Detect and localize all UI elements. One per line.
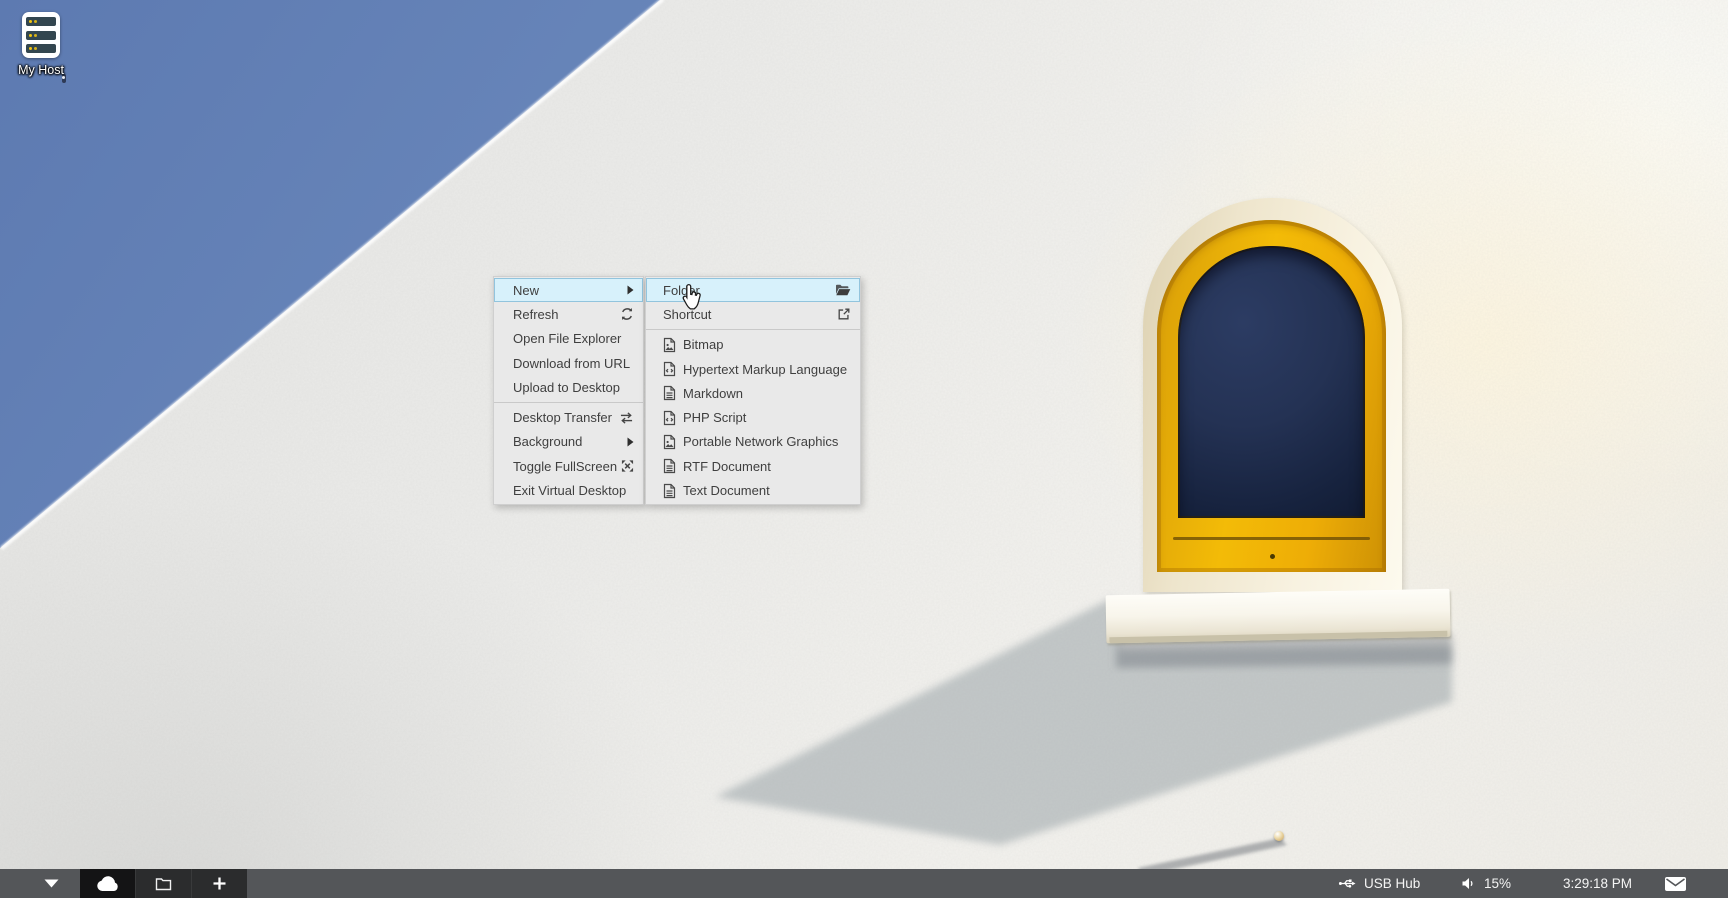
window-frame-groove <box>1173 537 1370 540</box>
hand-cursor <box>681 283 703 311</box>
taskbar-collapse-button[interactable] <box>36 869 66 898</box>
envelope-icon <box>1664 876 1687 892</box>
window-frame-knob <box>1270 554 1275 559</box>
window-recess <box>1143 198 1402 592</box>
server-slat <box>26 17 56 26</box>
submenu-item-rtf-document[interactable]: RTF Document <box>646 454 860 478</box>
submenu-arrow-icon <box>627 285 634 295</box>
cloud-icon <box>95 875 121 892</box>
chevron-down-icon <box>44 879 59 888</box>
file-image-icon <box>663 434 676 450</box>
file-lines-icon <box>663 385 676 401</box>
cloud-button[interactable] <box>80 869 135 898</box>
transfer-icon <box>619 411 634 424</box>
file-code-icon <box>663 361 676 377</box>
menu-item-toggle-fullscreen[interactable]: Toggle FullScreen <box>494 454 643 478</box>
submenu-arrow-icon <box>627 437 634 447</box>
desktop-context-menu: New Refresh Open File Explorer Download … <box>493 276 644 505</box>
virtual-desktop: My Host New Refresh Open File Explorer D… <box>0 0 1728 898</box>
menu-item-new[interactable]: New <box>494 278 643 302</box>
volume-percent: 15% <box>1484 869 1511 898</box>
submenu-item-folder[interactable]: Folder <box>646 278 860 302</box>
menu-item-background[interactable]: Background <box>494 430 643 454</box>
desktop-icon-my-host[interactable]: My Host <box>9 12 73 77</box>
file-code-icon <box>663 410 676 426</box>
submenu-item-shortcut[interactable]: Shortcut <box>646 302 860 326</box>
submenu-item-portable-network-graphics[interactable]: Portable Network Graphics <box>646 430 860 454</box>
expand-icon <box>621 460 634 473</box>
usb-label: USB Hub <box>1364 869 1420 898</box>
menu-item-exit-virtual-desktop[interactable]: Exit Virtual Desktop <box>494 478 643 502</box>
window-sill <box>1106 589 1451 644</box>
window-frame <box>1157 220 1386 572</box>
desktop-icon-label: My Host <box>9 63 73 77</box>
menu-item-desktop-transfer[interactable]: Desktop Transfer <box>494 405 643 429</box>
menu-separator <box>646 329 860 330</box>
server-slat <box>26 44 56 53</box>
file-image-icon <box>663 337 676 353</box>
menu-item-download-from-url[interactable]: Download from URL <box>494 351 643 375</box>
menu-separator <box>494 402 643 403</box>
submenu-item-hypertext-markup-language[interactable]: Hypertext Markup Language <box>646 357 860 381</box>
menu-item-open-file-explorer[interactable]: Open File Explorer <box>494 327 643 351</box>
window-glass <box>1178 246 1365 518</box>
submenu-item-text-document[interactable]: Text Document <box>646 478 860 502</box>
menu-item-refresh[interactable]: Refresh <box>494 302 643 326</box>
submenu-item-php-script[interactable]: PHP Script <box>646 405 860 429</box>
mail-tray-item[interactable] <box>1664 869 1687 898</box>
menu-item-upload-to-desktop[interactable]: Upload to Desktop <box>494 375 643 399</box>
file-explorer-button[interactable] <box>135 869 191 898</box>
usb-tray-item[interactable] <box>1335 869 1359 898</box>
submenu-item-bitmap[interactable]: Bitmap <box>646 333 860 357</box>
submenu-item-markdown[interactable]: Markdown <box>646 381 860 405</box>
server-slat <box>26 31 56 40</box>
volume-tray-item[interactable] <box>1461 869 1476 898</box>
speaker-icon <box>1461 876 1476 891</box>
plus-icon <box>212 876 227 891</box>
usb-icon <box>1335 875 1359 892</box>
folder-icon <box>155 877 172 891</box>
taskbar: USB Hub 15% 3:29:18 PM <box>0 869 1728 898</box>
refresh-icon <box>620 307 634 321</box>
file-lines-icon <box>663 458 676 474</box>
wall-spout <box>1274 831 1284 841</box>
new-window-button[interactable] <box>191 869 247 898</box>
folder-open-icon <box>835 284 851 297</box>
file-lines-icon <box>663 483 676 499</box>
new-submenu: Folder Shortcut Bitmap <box>645 276 861 505</box>
taskbar-clock[interactable]: 3:29:18 PM <box>1563 869 1632 898</box>
server-icon <box>22 12 60 58</box>
taskbar-buttons <box>80 869 247 898</box>
external-link-icon <box>837 307 851 321</box>
